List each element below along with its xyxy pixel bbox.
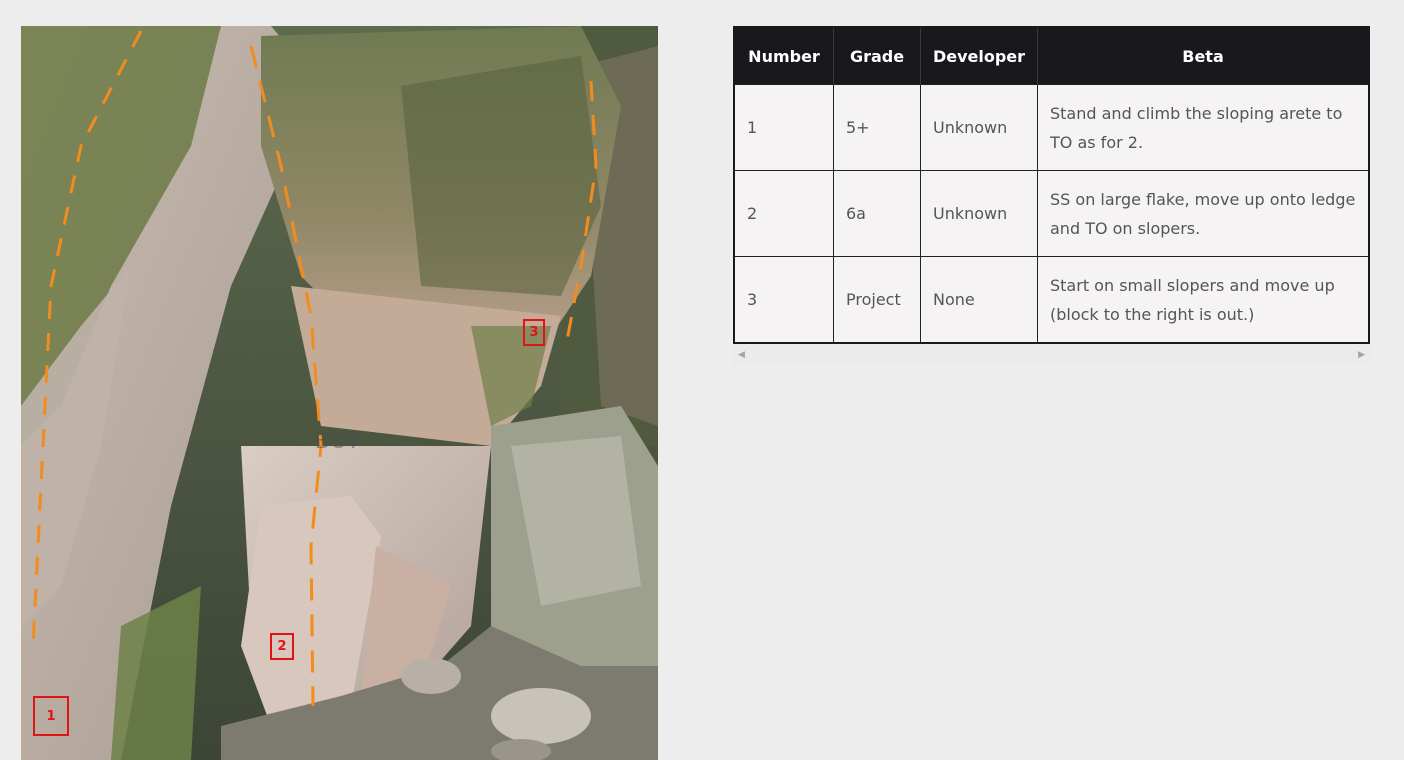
- header-grade: Grade: [833, 27, 921, 85]
- horizontal-scrollbar[interactable]: ◀ ▶: [733, 344, 1370, 366]
- cell-beta: Start on small slopers and move up (bloc…: [1037, 256, 1370, 344]
- cell-grade: 5+: [833, 84, 921, 171]
- cell-grade: 6a: [833, 170, 921, 257]
- cell-developer: None: [920, 256, 1038, 344]
- triangle-right-icon[interactable]: ▶: [1358, 350, 1365, 360]
- cell-grade: Project: [833, 256, 921, 344]
- header-beta: Beta: [1037, 27, 1369, 85]
- cell-beta: SS on large flake, move up onto ledge an…: [1037, 170, 1370, 257]
- boulder-topo-photo: BCT 1 2 3: [21, 26, 658, 760]
- boulder-image: [21, 26, 658, 760]
- cell-number: 2: [733, 170, 834, 257]
- cell-developer: Unknown: [920, 84, 1038, 171]
- routes-table: Number Grade Developer Beta 1 5+ Unknown…: [733, 26, 1370, 344]
- table-header-row: Number Grade Developer Beta: [734, 27, 1369, 85]
- cell-number: 3: [733, 256, 834, 344]
- header-number: Number: [734, 27, 834, 85]
- table-row: 2 6a Unknown SS on large flake, move up …: [733, 170, 1370, 257]
- routes-table-container: Number Grade Developer Beta 1 5+ Unknown…: [733, 26, 1371, 366]
- table-row: 1 5+ Unknown Stand and climb the sloping…: [733, 84, 1370, 171]
- table-row: 3 Project None Start on small slopers an…: [733, 256, 1370, 344]
- watermark-text: BCT: [315, 428, 361, 453]
- triangle-left-icon[interactable]: ◀: [738, 350, 745, 360]
- route-marker-3: 3: [523, 319, 545, 346]
- cell-number: 1: [733, 84, 834, 171]
- cell-beta: Stand and climb the sloping arete to TO …: [1037, 84, 1370, 171]
- page: BCT 1 2 3 Number Grade Developer Beta 1 …: [0, 0, 1404, 760]
- cell-developer: Unknown: [920, 170, 1038, 257]
- route-marker-1: 1: [33, 696, 69, 736]
- route-marker-2: 2: [270, 633, 294, 660]
- header-developer: Developer: [920, 27, 1038, 85]
